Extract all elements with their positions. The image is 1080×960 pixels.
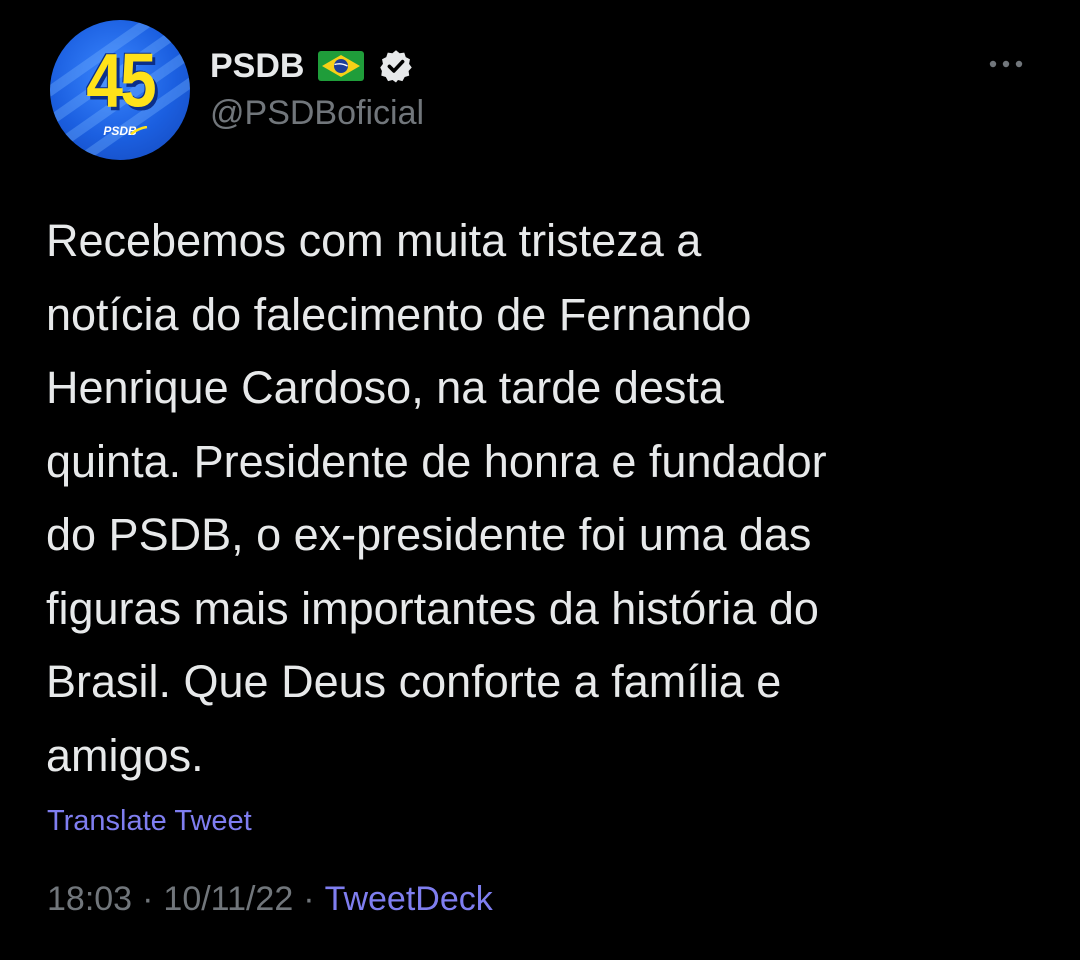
tweet-date[interactable]: 10/11/22 (163, 880, 293, 918)
tweet-text-line: Henrique Cardoso, na tarde desta (46, 362, 724, 413)
account-handle[interactable]: @PSDBoficial (210, 94, 424, 133)
swoosh-icon (130, 126, 148, 136)
meta-separator: · (142, 880, 154, 918)
tweet-text-line: do PSDB, o ex-presidente foi uma das (46, 509, 812, 560)
meta-separator: · (303, 880, 315, 918)
tweet-text-line: Recebemos com muita tristeza a (46, 215, 702, 266)
name-row: PSDB (210, 44, 414, 88)
tweet-text-line: Brasil. Que Deus conforte a família e (46, 656, 782, 707)
tweet-metadata: 18:03 · 10/11/22 · TweetDeck (47, 880, 493, 919)
more-options-icon[interactable] (986, 52, 1026, 76)
tweet-text-line: amigos. (46, 729, 204, 781)
display-name[interactable]: PSDB (210, 47, 304, 86)
avatar-logo-text: PSDB (103, 124, 137, 138)
tweet-card: 45 PSDB PSDB @PSDBoficial Recebemos com … (0, 0, 1080, 960)
tweet-text: Recebemos com muita tristeza a notícia d… (46, 204, 1046, 792)
avatar[interactable]: 45 PSDB (50, 20, 190, 160)
tweet-text-line: quinta. Presidente de honra e fundador (46, 435, 827, 487)
verified-badge-icon (378, 48, 414, 84)
tweet-text-line: figuras mais importantes da história do (46, 582, 819, 634)
tweet-source-link[interactable]: TweetDeck (325, 880, 493, 918)
translate-tweet-link[interactable]: Translate Tweet (47, 805, 252, 838)
tweet-time[interactable]: 18:03 (47, 880, 132, 918)
tweet-text-line: notícia do falecimento de Fernando (46, 288, 752, 340)
brazil-flag-icon (318, 51, 365, 81)
avatar-number: 45 (86, 37, 156, 123)
